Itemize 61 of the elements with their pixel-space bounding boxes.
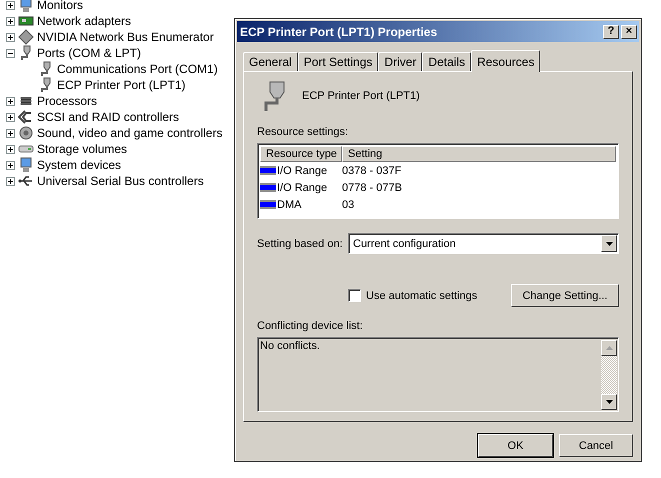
monitor-icon (18, 157, 34, 173)
table-cell-text: I/O Range (276, 164, 328, 176)
expand-icon[interactable] (6, 128, 15, 138)
expand-icon[interactable] (6, 160, 15, 170)
monitor-icon (18, 0, 34, 13)
section-label: Resource settings: (257, 126, 350, 138)
memory-chip-icon (260, 183, 276, 192)
tree-item[interactable]: Universal Serial Bus controllers (37, 174, 204, 188)
tab[interactable]: Resources (471, 50, 540, 72)
conflict-text: No conflicts. (260, 340, 321, 352)
tree-item[interactable]: ECP Printer Port (LPT1) (57, 78, 186, 92)
scrollbar[interactable] (601, 340, 617, 410)
column-header[interactable]: Resource type (260, 146, 342, 162)
close-button[interactable]: × (621, 24, 637, 38)
expand-icon[interactable] (6, 32, 15, 42)
tree-item[interactable]: System devices (37, 158, 122, 172)
down-arrow-icon (606, 400, 612, 404)
expand-icon[interactable] (6, 144, 15, 154)
memory-chip-icon (260, 200, 276, 209)
tree-item[interactable]: NVIDIA Network Bus Enumerator (37, 30, 214, 44)
tree-item[interactable]: Sound, video and game controllers (37, 126, 222, 140)
tree-item[interactable]: Monitors (37, 0, 84, 12)
checkbox[interactable] (348, 289, 361, 302)
field-label: Setting based on: (257, 238, 344, 250)
cancel-button[interactable]: Cancel (559, 434, 633, 457)
caret-icon (606, 242, 612, 246)
table-cell-text: DMA (276, 198, 302, 210)
collapse-icon[interactable] (6, 48, 15, 58)
tree-item[interactable]: Processors (37, 94, 98, 108)
expand-icon[interactable] (6, 16, 15, 26)
expand-icon[interactable] (6, 112, 15, 122)
tree-item[interactable]: SCSI and RAID controllers (37, 110, 180, 124)
help-button[interactable]: ? (603, 24, 619, 38)
table-cell-text: 0778 - 077B (342, 182, 403, 194)
memory-chip-icon (260, 166, 276, 175)
expand-icon[interactable] (6, 96, 15, 106)
table-cell-text: 03 (342, 198, 356, 210)
tab[interactable]: Driver (378, 52, 422, 71)
diamond-icon (18, 29, 34, 45)
tab[interactable]: General (243, 52, 298, 71)
table-cell-text: I/O Range (276, 182, 328, 194)
table-cell-text: 0378 - 037F (342, 164, 402, 176)
tab[interactable]: Details (422, 52, 472, 71)
expand-icon[interactable] (6, 0, 15, 10)
tree-item[interactable]: Ports (COM & LPT) (37, 46, 142, 60)
tab[interactable]: Port Settings (298, 52, 378, 71)
device-name: ECP Printer Port (LPT1) (302, 90, 420, 102)
speaker-icon (18, 125, 34, 141)
tree-item[interactable]: Storage volumes (37, 142, 128, 156)
up-arrow-icon (606, 346, 612, 350)
tree-item[interactable]: Network adapters (37, 14, 132, 28)
column-header[interactable]: Setting (342, 146, 616, 162)
section-label: Conflicting device list: (257, 320, 364, 332)
dropdown[interactable]: Current configuration (348, 233, 619, 254)
tree-item[interactable]: Communications Port (COM1) (57, 62, 218, 76)
connector-icon (18, 109, 34, 125)
ok-button[interactable]: OK (478, 434, 553, 457)
change-setting-button[interactable]: Change Setting... (511, 284, 619, 307)
expand-icon[interactable] (6, 176, 15, 186)
checkbox-label[interactable]: Use automatic settings (366, 290, 511, 302)
window-title: ECP Printer Port (LPT1) Properties (240, 24, 438, 38)
